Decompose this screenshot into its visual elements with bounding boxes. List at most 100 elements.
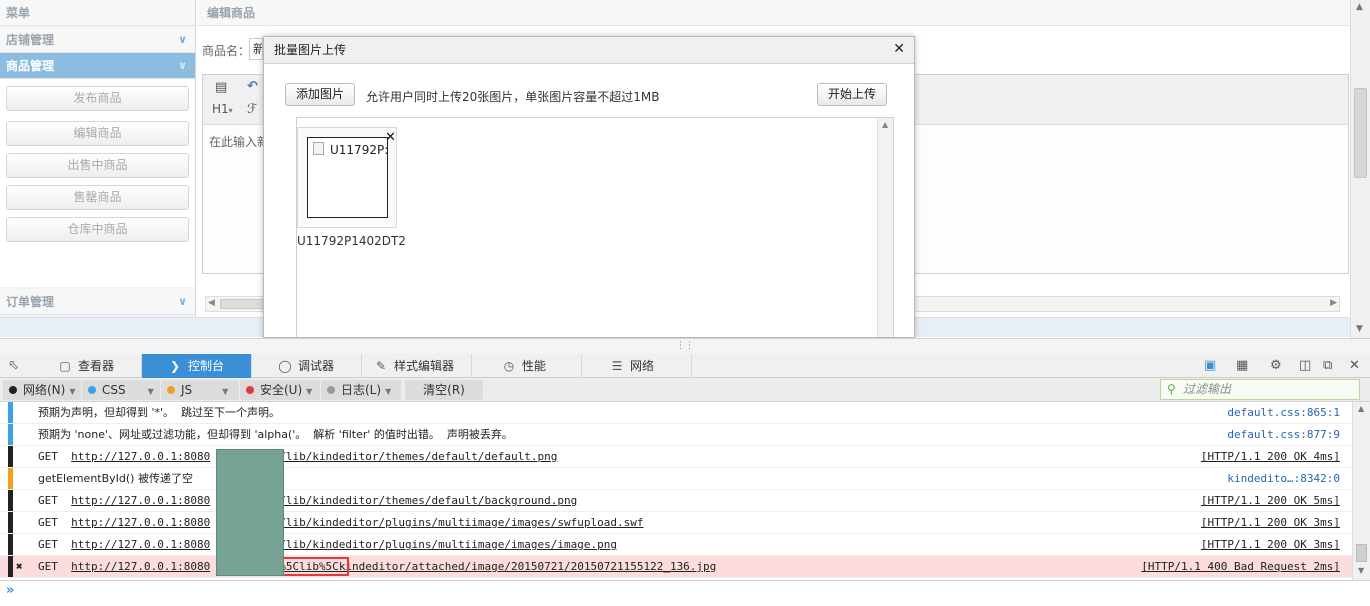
log-url-host[interactable]: http://127.0.0.1:8080 — [71, 516, 210, 529]
scrollbar-thumb[interactable] — [1354, 88, 1367, 178]
log-source-link[interactable]: default.css:865:1 — [1227, 402, 1340, 424]
screenshot-icon[interactable]: ▦ — [1236, 358, 1248, 373]
sidebar-section-shop[interactable]: 店铺管理 ∨ — [0, 27, 195, 53]
log-url-path[interactable]: kindeditor/attached/image/20150721/20150… — [339, 560, 717, 573]
filter-output-input[interactable]: ⚲ 过滤输出 — [1160, 379, 1360, 400]
sidebar-section-goods[interactable]: 商品管理 ∨ — [0, 53, 195, 79]
font-name-icon[interactable]: ℱ — [247, 102, 257, 117]
scroll-up-icon[interactable]: ▲ — [882, 120, 888, 129]
log-row[interactable]: GET http://127.0.0.1:8080/lib/kindeditor… — [0, 534, 1352, 556]
filter-label: 安全(U) — [260, 383, 303, 397]
start-upload-button[interactable]: 开始上传 — [817, 83, 888, 106]
scroll-up-icon[interactable]: ▲ — [1356, 2, 1363, 12]
log-status[interactable]: [HTTP/1.1 200 OK 3ms] — [1201, 534, 1340, 556]
log-status[interactable]: [HTTP/1.1 400 Bad Request 2ms] — [1141, 556, 1340, 578]
log-row[interactable]: ▲ getElementById() 被传递了空 kindedito…:8342… — [0, 468, 1352, 490]
log-source-link[interactable]: default.css:877:9 — [1227, 424, 1340, 446]
filter-js[interactable]: JS ▼ — [161, 380, 239, 400]
tab-performance[interactable]: ◷ 性能 — [472, 354, 582, 378]
js-marker — [8, 468, 13, 489]
network-icon: ☰ — [611, 359, 623, 373]
console-input[interactable]: » — [0, 580, 1370, 606]
devtools-splitter[interactable]: ⋮⋮ — [0, 338, 1370, 354]
log-row[interactable]: GET http://127.0.0.1:8080/lib/kindeditor… — [0, 512, 1352, 534]
log-url-host[interactable]: http://127.0.0.1:8080 — [71, 494, 210, 507]
close-icon[interactable]: ✕ — [893, 41, 905, 57]
log-status[interactable]: [HTTP/1.1 200 OK 3ms] — [1201, 512, 1340, 534]
tab-debugger[interactable]: ◯ 调试器 — [252, 354, 362, 378]
scroll-left-icon[interactable]: ◀ — [208, 298, 215, 308]
editor-content[interactable]: 在此输入新 — [209, 133, 269, 150]
paste-icon[interactable]: ▤ — [215, 80, 227, 95]
log-message: GET http://127.0.0.1:8080 %5Clib%5Ckinded… — [38, 556, 716, 578]
responsive-view-icon[interactable]: ▣ — [1204, 358, 1216, 373]
dropdown-icon: ▼ — [69, 387, 76, 396]
pick-element-icon[interactable]: ⬁ — [8, 358, 19, 373]
dock-side-icon[interactable]: ◫ — [1299, 358, 1311, 373]
undock-icon[interactable]: ⧉ — [1323, 358, 1332, 373]
scroll-down-icon[interactable]: ▼ — [1356, 324, 1363, 334]
heading-button[interactable]: H1▾ — [212, 102, 233, 116]
thumbnail-image: U11792P: — [307, 137, 388, 218]
filter-css[interactable]: CSS ▼ — [82, 380, 160, 400]
console-output: ▲ 预期为声明，但却得到 '*'。 跳过至下一个声明。 default.css:… — [0, 402, 1370, 580]
add-image-button[interactable]: 添加图片 — [285, 83, 356, 106]
log-row-error[interactable]: ✖ GET http://127.0.0.1:8080 %5Clib%5Ckind… — [0, 556, 1352, 578]
console-scrollbar[interactable]: ▲ ▼ — [1352, 402, 1370, 580]
log-message: getElementById() 被传递了空 — [38, 472, 193, 485]
log-method: GET — [38, 560, 58, 573]
scrollbar-thumb[interactable] — [1356, 544, 1367, 562]
scroll-up-icon[interactable]: ▲ — [1358, 404, 1364, 413]
log-row[interactable]: ▲ 预期为 'none'、网址或过滤功能，但却得到 'alpha('。 解析 '… — [0, 424, 1352, 446]
dialog-title: 批量图片上传 — [264, 37, 914, 64]
gear-icon[interactable]: ⚙ — [1270, 358, 1282, 373]
filter-log[interactable]: 日志(L) ▼ — [321, 380, 401, 400]
filter-security[interactable]: 安全(U) ▼ — [240, 380, 320, 400]
product-name-input[interactable]: 新 — [249, 38, 263, 60]
sidebar-section-label: 店铺管理 — [6, 33, 55, 47]
highlight-box — [281, 557, 349, 576]
network-marker — [8, 534, 13, 555]
undo-icon[interactable]: ↶ — [247, 79, 258, 94]
log-status[interactable]: [HTTP/1.1 200 OK 5ms] — [1201, 490, 1340, 512]
scroll-down-icon[interactable]: ▼ — [1358, 566, 1364, 575]
sidebar-section-orders[interactable]: 订单管理 ∨ — [0, 289, 195, 315]
log-source-link[interactable]: kindedito…:8342:0 — [1227, 468, 1340, 490]
log-url-path[interactable]: /lib/kindeditor/themes/default/backgroun… — [279, 494, 577, 507]
scroll-right-icon[interactable]: ▶ — [1330, 298, 1337, 308]
log-row[interactable]: GET http://127.0.0.1:8080/lib/kindeditor… — [0, 446, 1352, 468]
sidebar-item-edit[interactable]: 编辑商品 — [6, 121, 189, 146]
filter-label: 网络(N) — [23, 383, 66, 397]
page-vertical-scrollbar[interactable]: ▲ ▼ — [1350, 0, 1370, 340]
log-message: GET http://127.0.0.1:8080/lib/kindeditor… — [38, 446, 557, 468]
close-icon[interactable]: ✕ — [1349, 358, 1360, 373]
tab-console[interactable]: ❯ 控制台 — [142, 354, 252, 378]
dropdown-icon: ▼ — [147, 387, 154, 396]
sidebar-item-on-sale[interactable]: 出售中商品 — [6, 153, 189, 178]
log-url-host[interactable]: http://127.0.0.1:8080 — [71, 560, 210, 573]
scrollbar-thumb[interactable] — [220, 299, 266, 309]
search-icon: ⚲ — [1167, 382, 1176, 396]
log-url-path[interactable]: /lib/kindeditor/themes/default/default.p… — [279, 450, 557, 463]
log-status[interactable]: [HTTP/1.1 200 OK 4ms] — [1201, 446, 1340, 468]
sidebar-item-publish[interactable]: 发布商品 — [6, 86, 189, 111]
filter-network[interactable]: 网络(N) ▼ — [3, 380, 81, 400]
log-url-host[interactable]: http://127.0.0.1:8080 — [71, 450, 210, 463]
file-list-scrollbar[interactable]: ▲ — [877, 118, 893, 337]
log-url-host[interactable]: http://127.0.0.1:8080 — [71, 538, 210, 551]
log-url-path[interactable]: /lib/kindeditor/plugins/multiimage/image… — [279, 538, 617, 551]
log-row[interactable]: GET http://127.0.0.1:8080/lib/kindeditor… — [0, 490, 1352, 512]
sidebar-item-sold-out[interactable]: 售罄商品 — [6, 185, 189, 210]
tab-network[interactable]: ☰ 网络 — [582, 354, 692, 378]
tab-inspector[interactable]: ▢ 查看器 — [32, 354, 142, 378]
sidebar-item-warehouse[interactable]: 仓库中商品 — [6, 217, 189, 242]
log-row[interactable]: ▲ 预期为声明，但却得到 '*'。 跳过至下一个声明。 default.css:… — [0, 402, 1352, 424]
prompt-icon: » — [6, 583, 15, 598]
tab-style-editor[interactable]: ✎ 样式编辑器 — [362, 354, 472, 378]
page-title: 编辑商品 — [197, 0, 1350, 26]
sidebar-section-label: 订单管理 — [6, 295, 55, 309]
tab-label: 性能 — [522, 359, 547, 373]
remove-file-icon[interactable]: ✕ — [385, 131, 396, 144]
log-url-path[interactable]: /lib/kindeditor/plugins/multiimage/image… — [279, 516, 643, 529]
clear-console-button[interactable]: 清空(R) — [405, 380, 483, 400]
